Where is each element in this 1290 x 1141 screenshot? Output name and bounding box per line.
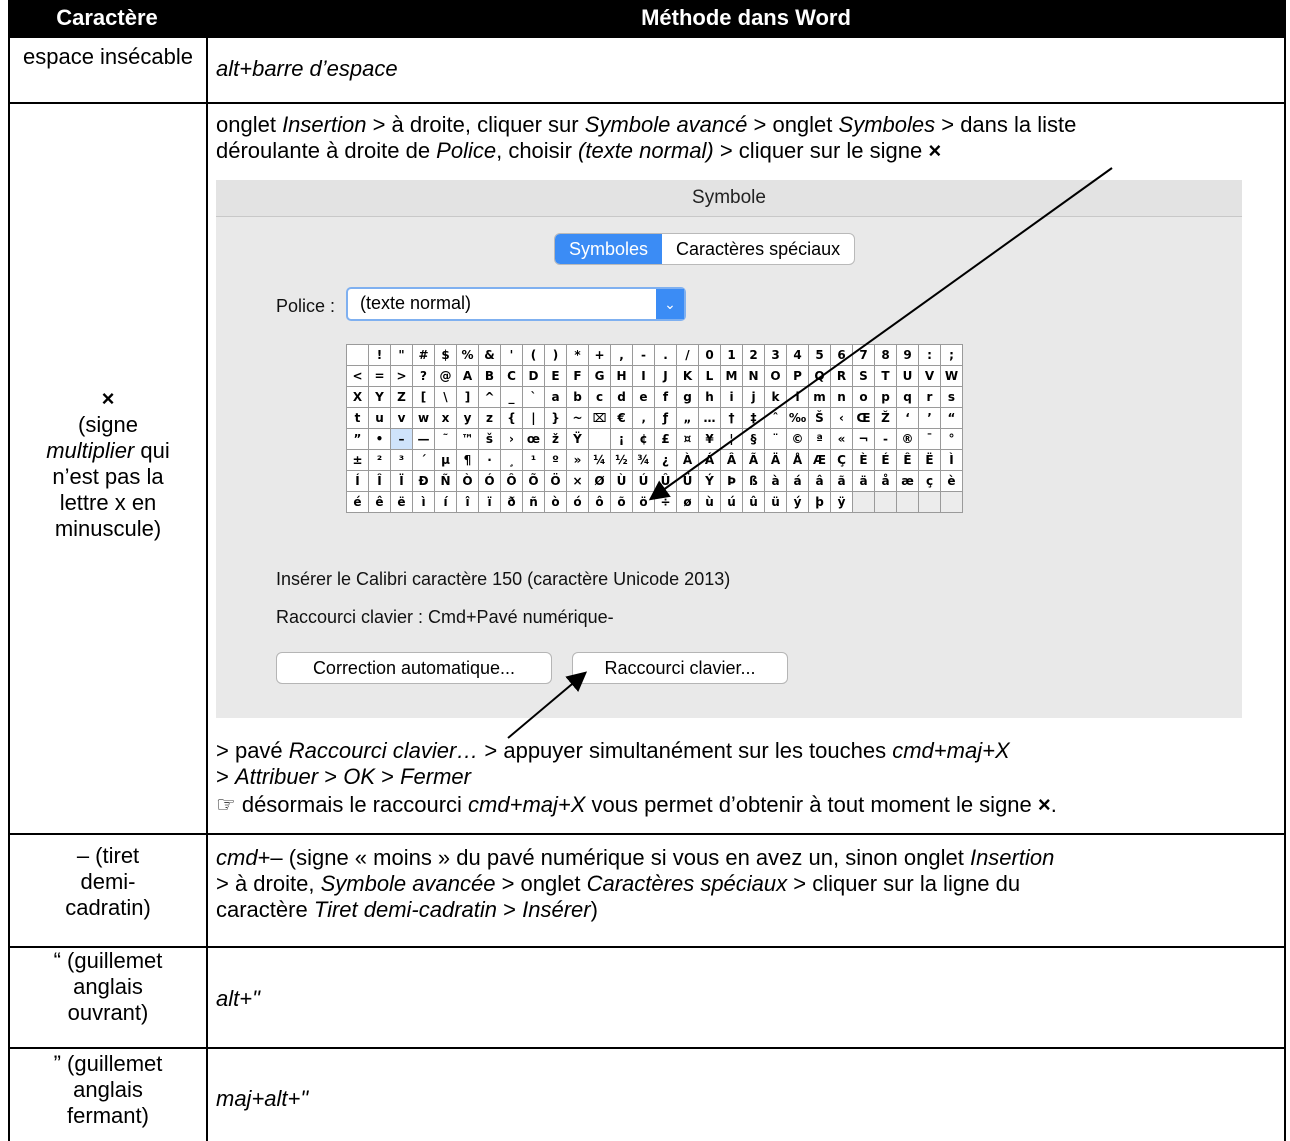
method-rdquo: maj+alt+" xyxy=(216,1086,309,1111)
method-endash-1: cmd+– (signe « moins » du pavé numérique… xyxy=(216,845,1055,870)
method-endash-3: caractère Tiret demi-cadratin > Insérer) xyxy=(216,897,598,922)
method-endash-2: > à droite, Symbole avancée > onglet Car… xyxy=(216,871,1021,896)
char-endash: – (tiret demi- cadratin) xyxy=(65,843,151,920)
char-ldquo: “ (guillemet anglais ouvrant) xyxy=(53,948,163,1025)
arrow-to-times xyxy=(648,167,1113,501)
arrow-to-shortcut-button xyxy=(507,671,588,739)
method-ldquo: alt+" xyxy=(216,986,260,1011)
char-rdquo: ” (guillemet anglais fermant) xyxy=(53,1051,163,1128)
